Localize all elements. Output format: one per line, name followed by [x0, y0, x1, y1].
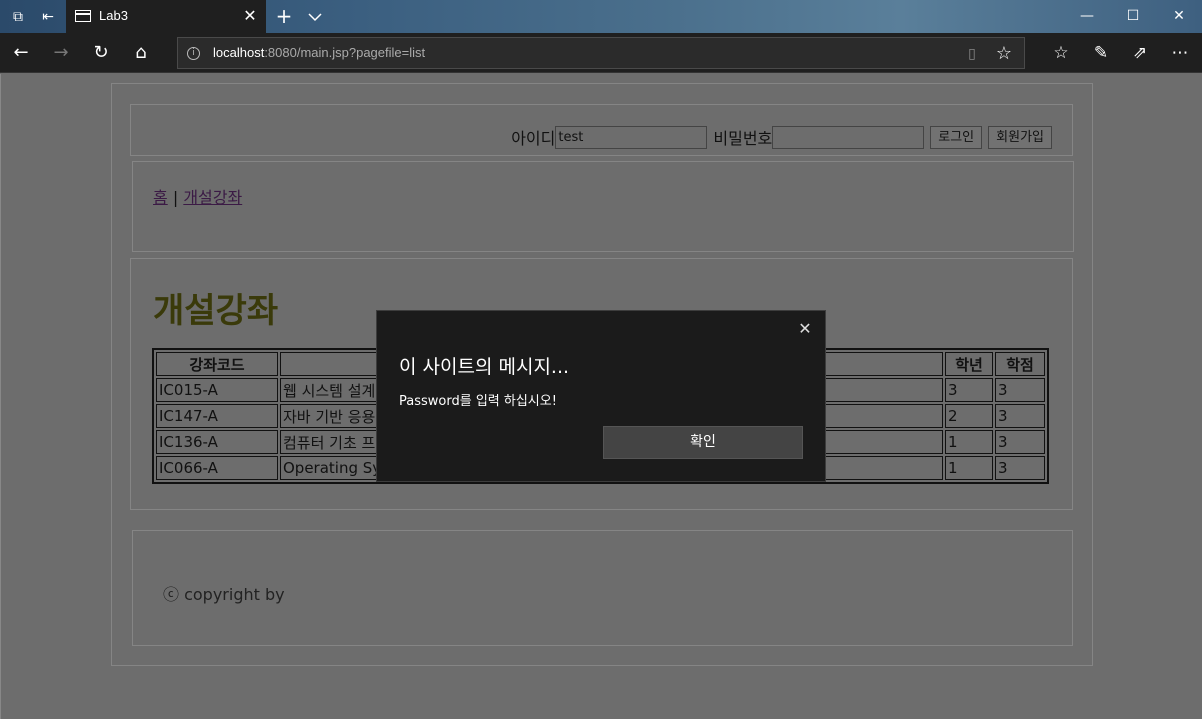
cell-code: IC136-A [156, 430, 278, 454]
password-input[interactable] [772, 125, 925, 149]
tabs-aside-icon[interactable]: ⧉ [9, 8, 27, 26]
cell-credit: 3 [995, 430, 1045, 454]
chevron-down-icon[interactable] [306, 8, 324, 26]
forward-icon[interactable]: → [49, 41, 73, 65]
tab-active[interactable]: Lab3 ✕ [66, 0, 266, 33]
favorites-icon[interactable]: ☆ [1049, 41, 1073, 65]
cell-code: IC066-A [156, 456, 278, 480]
header-course-code: 강좌코드 [156, 352, 278, 376]
set-tabs-aside-icon[interactable]: ⇤ [39, 8, 57, 26]
new-tab-icon[interactable]: + [274, 6, 294, 26]
id-label: 아이디 [511, 129, 556, 148]
info-icon[interactable]: i [187, 47, 200, 60]
footer-section: ⓒ copyright by [132, 530, 1073, 646]
cell-credit: 3 [995, 378, 1045, 402]
cell-credit: 3 [995, 404, 1045, 428]
login-button[interactable]: 로그인 [930, 125, 983, 149]
more-icon[interactable]: ⋯ [1168, 41, 1192, 65]
close-tab-icon[interactable]: ✕ [242, 8, 258, 24]
home-link[interactable]: 홈 [153, 188, 168, 207]
menu-section: 홈 | 개설강좌 [132, 161, 1074, 252]
courses-link[interactable]: 개설강좌 [183, 188, 242, 207]
navigation-bar: ← → ↻ ⌂ i localhost:8080/main.jsp?pagefi… [0, 33, 1202, 73]
address-bar[interactable]: i localhost:8080/main.jsp?pagefile=list … [177, 37, 1025, 69]
signup-button[interactable]: 회원가입 [988, 125, 1052, 149]
cell-grade: 1 [945, 456, 993, 480]
login-section: 아이디 비밀번호 로그인 회원가입 [130, 104, 1073, 156]
header-grade: 학년 [945, 352, 993, 376]
copyright-text: ⓒ copyright by [163, 585, 285, 604]
tab-title: Lab3 [99, 8, 128, 23]
password-label: 비밀번호 [713, 129, 773, 148]
cell-grade: 3 [945, 378, 993, 402]
share-icon[interactable]: ⇗ [1128, 41, 1152, 65]
id-input[interactable] [555, 125, 708, 149]
pen-icon[interactable]: ✎ [1089, 41, 1113, 65]
favorite-star-icon[interactable]: ☆ [994, 44, 1014, 64]
cell-code: IC015-A [156, 378, 278, 402]
dialog-message: Password를 입력 하십시오! [399, 394, 557, 409]
refresh-icon[interactable]: ↻ [89, 41, 113, 65]
alert-dialog: ✕ 이 사이트의 메시지... Password를 입력 하십시오! 확인 [376, 310, 826, 482]
page-title: 개설강좌 [153, 291, 279, 331]
minimize-icon[interactable]: — [1064, 0, 1110, 33]
close-window-icon[interactable]: ✕ [1156, 0, 1202, 33]
close-icon[interactable]: ✕ [797, 321, 813, 337]
back-icon[interactable]: ← [9, 41, 33, 65]
url-text: localhost:8080/main.jsp?pagefile=list [213, 45, 426, 60]
ok-button[interactable]: 확인 [603, 426, 803, 459]
cell-credit: 3 [995, 456, 1045, 480]
cell-grade: 2 [945, 404, 993, 428]
dialog-title: 이 사이트의 메시지... [399, 356, 570, 378]
cell-code: IC147-A [156, 404, 278, 428]
reading-view-icon[interactable]: ▯ [964, 46, 980, 62]
home-icon[interactable]: ⌂ [129, 41, 153, 65]
header-credit: 학점 [995, 352, 1045, 376]
maximize-icon[interactable]: ☐ [1110, 0, 1156, 33]
title-bar: ⧉ ⇤ Lab3 ✕ + — ☐ ✕ [0, 0, 1202, 33]
nav-separator: | [172, 188, 179, 207]
cell-grade: 1 [945, 430, 993, 454]
page-icon [75, 10, 91, 22]
